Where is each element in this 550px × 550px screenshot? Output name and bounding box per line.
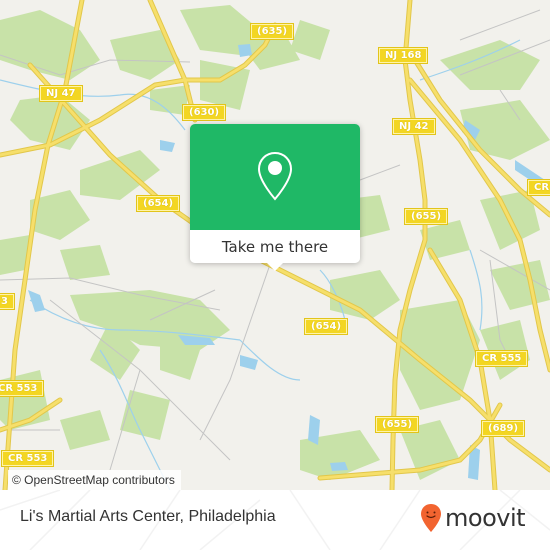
- moovit-wordmark: moovit: [445, 504, 526, 532]
- road-shield-nj-168: NJ 168: [377, 47, 429, 64]
- road-shield-689: (689): [480, 420, 526, 437]
- popup-pointer: [267, 263, 283, 271]
- location-popup: Take me there: [190, 124, 360, 271]
- road-shield-nj-42: NJ 42: [392, 118, 436, 135]
- place-name: Li's Martial Arts Center, Philadelphia: [20, 508, 276, 525]
- road-shield-edge: 3: [0, 293, 15, 310]
- road-shield-cr-553: CR 553: [0, 380, 45, 397]
- road-shield-cr-555: CR 555: [474, 350, 529, 367]
- road-shield-655: (655): [403, 208, 449, 225]
- moovit-logo[interactable]: moovit: [420, 500, 526, 536]
- road-shield-654: (654): [135, 195, 181, 212]
- road-shield-654: (654): [303, 318, 349, 335]
- road-shield-nj-47: NJ 47: [39, 85, 83, 102]
- footer-bar: Li's Martial Arts Center, Philadelphia m…: [0, 490, 550, 550]
- moovit-pin-icon: [421, 504, 441, 532]
- road-shield-630: (630): [181, 104, 227, 121]
- road-shield-655: (655): [374, 416, 420, 433]
- map-attribution[interactable]: © OpenStreetMap contributors: [8, 470, 181, 490]
- road-shield-cr-553: CR 553: [0, 450, 55, 467]
- popup-header: [190, 124, 360, 230]
- road-shield-635: (635): [249, 23, 295, 40]
- take-me-there-button[interactable]: Take me there: [190, 230, 360, 263]
- map-pin-icon: [257, 151, 293, 201]
- road-shield-cr-555-edge: CR 5: [526, 179, 550, 196]
- map-view[interactable]: NJ 47 (630) (635) NJ 168 NJ 42 (654) (65…: [0, 0, 550, 490]
